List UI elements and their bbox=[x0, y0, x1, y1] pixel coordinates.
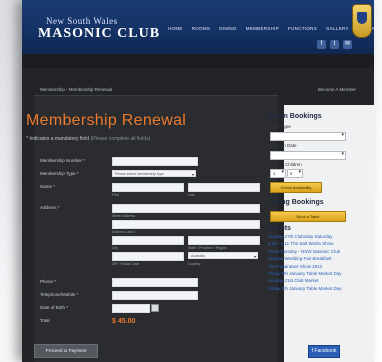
state-input[interactable] bbox=[188, 236, 260, 245]
browser-page: New South Wales MASONIC CLUB Home Rooms … bbox=[22, 0, 374, 362]
check-availability-button[interactable]: Check Availability bbox=[270, 182, 322, 193]
events-list: Sunday 27th Clubsday Saturday 8.30 - 9.1… bbox=[268, 234, 348, 293]
membership-number-input[interactable] bbox=[112, 157, 198, 166]
breadcrumb[interactable]: Membership › Membership Renewal bbox=[40, 87, 112, 92]
children-select[interactable]: 0 bbox=[287, 169, 303, 178]
first-name-input[interactable] bbox=[112, 183, 184, 192]
header-subbar bbox=[22, 54, 374, 68]
dob-label: Date of Birth * bbox=[40, 305, 69, 310]
last-name-input[interactable] bbox=[188, 183, 260, 192]
facebook-button[interactable]: f Facebook bbox=[308, 345, 340, 358]
country-select[interactable]: Australia bbox=[188, 252, 258, 260]
address-line2-input[interactable] bbox=[112, 220, 260, 229]
street-input[interactable] bbox=[112, 204, 260, 213]
first-caption: First bbox=[112, 193, 119, 197]
dob-input[interactable] bbox=[112, 304, 150, 313]
last-caption: Last bbox=[188, 193, 195, 197]
mobile-label: Telephone/Mobile * bbox=[40, 292, 79, 297]
name-label: Name * bbox=[40, 184, 56, 189]
total-label: Total bbox=[40, 318, 50, 323]
nav-gallery[interactable]: Gallery bbox=[326, 26, 349, 36]
zip-caption: ZIP / Postal Code bbox=[112, 262, 140, 266]
events-heading: Events bbox=[268, 225, 291, 232]
dining-bookings-heading: Dining Bookings bbox=[268, 199, 324, 206]
membership-type-label: Membership Type * bbox=[40, 171, 79, 176]
children-label: Children bbox=[285, 162, 302, 167]
address-label: Address * bbox=[40, 205, 60, 210]
calendar-icon[interactable] bbox=[151, 304, 159, 312]
country-caption: Country bbox=[188, 262, 201, 266]
proceed-payment-button[interactable]: Proceed to Payment bbox=[34, 344, 98, 358]
event-link[interactable]: Sunday 21st Club Market bbox=[268, 278, 348, 284]
nav-rooms[interactable]: Rooms bbox=[192, 26, 211, 36]
social-links: f t ✉ bbox=[317, 40, 352, 49]
complete-note: (Please complete all fields) bbox=[90, 136, 151, 142]
phone-label: Phone * bbox=[40, 279, 57, 284]
zip-input[interactable] bbox=[112, 252, 184, 261]
room-type-select[interactable] bbox=[270, 132, 346, 141]
adults-label: Adults bbox=[268, 162, 281, 167]
event-link[interactable]: The Fundraiser Show 2012 bbox=[268, 264, 348, 270]
nav-membership[interactable]: Membership bbox=[246, 26, 279, 36]
mobile-input[interactable] bbox=[112, 291, 198, 300]
check-in-select[interactable] bbox=[270, 151, 346, 160]
room-bookings-heading: Room Bookings bbox=[268, 113, 322, 120]
twitter-icon[interactable]: t bbox=[330, 40, 339, 49]
become-member-link[interactable]: Become A Member bbox=[318, 87, 356, 92]
membership-number-label: Membership Number * bbox=[40, 158, 86, 163]
event-link[interactable]: Trivia Tuesday - NSW Masonic Club bbox=[268, 249, 348, 255]
nav-dining[interactable]: Dining bbox=[219, 26, 237, 36]
form-intro: * Indicates a mandatory field (Please co… bbox=[26, 136, 150, 142]
total-value: $ 45.00 bbox=[112, 318, 136, 325]
nav-functions[interactable]: Functions bbox=[288, 26, 317, 36]
city-input[interactable] bbox=[112, 236, 184, 245]
city-caption: City bbox=[112, 246, 119, 250]
street-caption: Street Address bbox=[112, 214, 135, 218]
event-link[interactable]: Sunday Wedding Fair Breakfast bbox=[268, 256, 348, 262]
book-table-button[interactable]: Book a Table bbox=[270, 211, 346, 222]
email-icon[interactable]: ✉ bbox=[343, 40, 352, 49]
state-caption: State / Province / Region bbox=[188, 246, 227, 250]
event-link[interactable]: Friday 5th January Table Market Day bbox=[268, 271, 348, 277]
phone-input[interactable] bbox=[112, 278, 198, 287]
room-type-label: Room Type bbox=[268, 124, 291, 129]
logo-title[interactable]: MASONIC CLUB bbox=[38, 26, 160, 42]
country-value: Australia bbox=[191, 254, 205, 258]
membership-type-value: Please select membership type bbox=[115, 172, 164, 176]
check-in-label: Check-in Date bbox=[268, 143, 297, 148]
mandatory-note: * Indicates a mandatory field bbox=[26, 136, 90, 142]
main-nav: Home Rooms Dining Membership Functions G… bbox=[168, 26, 374, 36]
line2-caption: Address Line 2 bbox=[112, 230, 136, 234]
nav-home[interactable]: Home bbox=[168, 26, 183, 36]
facebook-icon[interactable]: f bbox=[317, 40, 326, 49]
page-title: Membership Renewal bbox=[26, 112, 187, 129]
event-link[interactable]: Friday 5th January Table Market Day bbox=[268, 286, 348, 292]
crest-icon bbox=[352, 4, 372, 38]
event-link[interactable]: Sunday 27th Clubsday Saturday bbox=[268, 234, 348, 240]
event-link[interactable]: 8.30 - 9.11 The Salt Works Show bbox=[268, 241, 348, 247]
logo-subtitle: New South Wales bbox=[46, 16, 118, 26]
adults-select[interactable]: 1 bbox=[270, 169, 286, 178]
membership-type-select[interactable]: Please select membership type bbox=[112, 170, 196, 178]
